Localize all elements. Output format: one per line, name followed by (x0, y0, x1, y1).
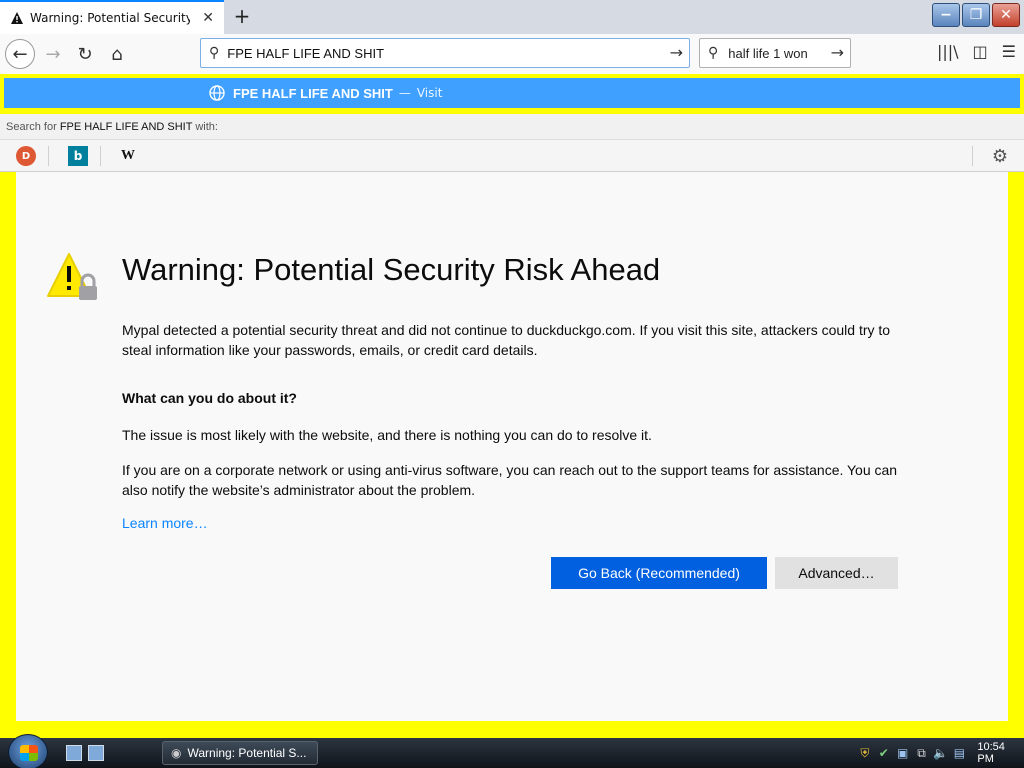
display-icon[interactable]: ▣ (896, 746, 910, 760)
go-arrow-icon[interactable]: → (670, 43, 683, 62)
new-tab-plus-icon[interactable]: + (230, 4, 254, 28)
search-engines-row: D b W ⚙ (0, 140, 1024, 172)
globe-icon (209, 85, 225, 101)
page-title: Warning: Potential Security Risk Ahead (122, 252, 661, 287)
search-bar[interactable]: ⚲ half life 1 won → (699, 38, 851, 68)
menu-hamburger-icon[interactable]: ☰ (1002, 42, 1016, 61)
url-bar[interactable]: ⚲ FPE HALF LIFE AND SHIT → (200, 38, 690, 68)
maximize-button[interactable]: ❐ (962, 3, 990, 27)
suggestion-separator: — (398, 86, 411, 100)
url-suggestion-visit[interactable]: FPE HALF LIFE AND SHIT — Visit (4, 78, 1020, 108)
search-input[interactable]: half life 1 won (728, 46, 808, 61)
security-shield-icon[interactable]: ⛨ (858, 746, 872, 760)
warning-triangle-icon (11, 12, 23, 24)
divider (48, 146, 49, 166)
tray-app-icon[interactable]: ▤ (953, 746, 967, 760)
taskbar-item-browser[interactable]: ◉ Warning: Potential S... (162, 741, 318, 765)
divider (100, 146, 101, 166)
search-for-label: Search for FPE HALF LIFE AND SHIT with: (0, 114, 1024, 140)
search-for-query: FPE HALF LIFE AND SHIT (59, 121, 193, 133)
show-desktop-icon[interactable] (66, 745, 82, 761)
search-for-prefix: Search for (6, 121, 57, 133)
toolbar-right: |||\ ◫ ☰ (937, 42, 1016, 61)
taskbar: ◉ Warning: Potential S... ⛨ ✔ ▣ ⧉ 🔈 ▤ 10… (0, 734, 1024, 768)
switch-windows-icon[interactable] (88, 745, 104, 761)
tab-title: Warning: Potential Security Risk Ahead (30, 11, 190, 25)
learn-more-link[interactable]: Learn more… (122, 515, 208, 531)
subheading: What can you do about it? (122, 390, 297, 406)
start-button[interactable] (8, 734, 48, 768)
browser-icon: ◉ (171, 746, 182, 760)
close-window-button[interactable]: ✕ (992, 3, 1020, 27)
taskbar-item-label: Warning: Potential S... (187, 746, 307, 760)
library-icon[interactable]: |||\ (937, 42, 959, 61)
gear-icon[interactable]: ⚙ (992, 146, 1008, 167)
search-icon: ⚲ (708, 45, 719, 61)
advice-text-1: The issue is most likely with the websit… (122, 427, 652, 443)
network-icon[interactable]: ⧉ (915, 746, 929, 760)
search-icon: ⚲ (209, 45, 220, 61)
window-controls: − ❐ ✕ (932, 3, 1020, 27)
tab-warning[interactable]: Warning: Potential Security Risk Ahead ✕ (0, 0, 224, 34)
update-icon[interactable]: ✔ (877, 746, 891, 760)
back-arrow-icon[interactable]: ← (5, 39, 35, 69)
search-go-arrow-icon[interactable]: → (831, 43, 844, 62)
volume-muted-icon[interactable]: 🔈 (933, 746, 948, 760)
windows-logo-icon (20, 745, 38, 761)
search-for-suffix: with: (195, 121, 218, 133)
warning-lock-icon (47, 253, 97, 300)
system-tray: ⛨ ✔ ▣ ⧉ 🔈 ▤ 10:54 PM (854, 738, 1024, 768)
url-input[interactable]: FPE HALF LIFE AND SHIT (227, 46, 384, 61)
advanced-button[interactable]: Advanced… (775, 557, 898, 589)
suggestion-title: FPE HALF LIFE AND SHIT (233, 85, 393, 101)
wikipedia-icon[interactable]: W (118, 146, 138, 166)
forward-arrow-icon[interactable]: → (38, 39, 68, 69)
divider (972, 146, 973, 166)
duckduckgo-icon[interactable]: D (16, 146, 36, 166)
tab-strip: Warning: Potential Security Risk Ahead ✕… (0, 0, 1024, 34)
intro-text: Mypal detected a potential security thre… (122, 322, 891, 358)
error-page: Warning: Potential Security Risk Ahead M… (16, 172, 1008, 721)
sidebar-icon[interactable]: ◫ (973, 42, 988, 61)
bing-icon[interactable]: b (68, 146, 88, 166)
reload-icon[interactable]: ↻ (70, 39, 100, 69)
go-back-button[interactable]: Go Back (Recommended) (551, 557, 767, 589)
advice-text-2: If you are on a corporate network or usi… (122, 462, 898, 498)
tab-close-icon[interactable]: ✕ (202, 10, 214, 26)
suggestion-action: Visit (416, 86, 443, 100)
minimize-button[interactable]: − (932, 3, 960, 27)
navigation-bar: ← → ↻ ⌂ ⚲ FPE HALF LIFE AND SHIT → ⚲ hal… (0, 34, 1024, 74)
home-icon[interactable]: ⌂ (102, 39, 132, 69)
clock[interactable]: 10:54 PM (977, 741, 1024, 765)
